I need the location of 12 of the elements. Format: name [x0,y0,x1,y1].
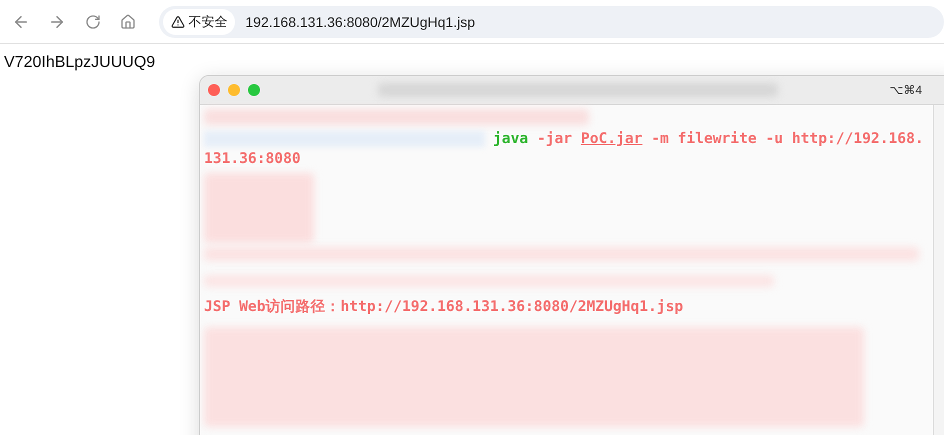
zoom-button[interactable] [248,84,260,96]
command-line: java -jar PoC.jar -m filewrite -u http://192.168.131.36:8080 [204,129,925,169]
output-line: JSP Web访问路径：http://192.168.131.36:8080/2MZUgHq1.jsp [204,297,684,317]
address-bar[interactable]: 不安全 192.168.131.36:8080/2MZUgHq1.jsp [159,6,944,38]
window-shortcut: ⌥⌘4 [889,83,922,97]
security-badge[interactable]: 不安全 [163,8,236,34]
reload-icon [84,14,101,30]
home-icon [120,14,136,30]
page-text: V720IhBLpzJUUUQ9 [4,54,156,71]
scrollbar[interactable] [933,105,944,435]
warning-icon [171,14,186,28]
close-button[interactable] [208,84,220,96]
